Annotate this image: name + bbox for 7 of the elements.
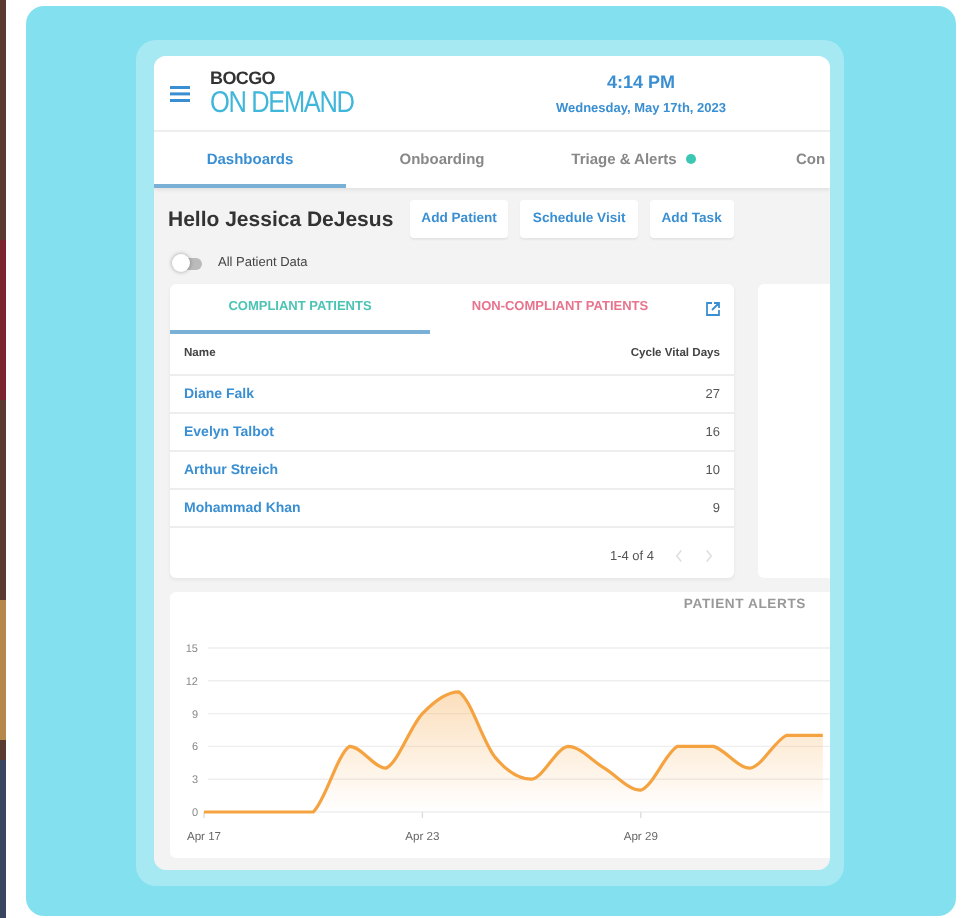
toggle-switch[interactable]	[174, 257, 202, 269]
brand-logo-text: BOCGO	[210, 69, 278, 87]
menu-icon[interactable]	[170, 85, 190, 101]
current-time: 4:14 PM	[606, 71, 675, 91]
greeting: Hello Jessica DeJesus	[168, 207, 394, 231]
brand-logo-title: ON DEMAND	[210, 87, 354, 117]
external-link-icon[interactable]	[706, 302, 720, 316]
